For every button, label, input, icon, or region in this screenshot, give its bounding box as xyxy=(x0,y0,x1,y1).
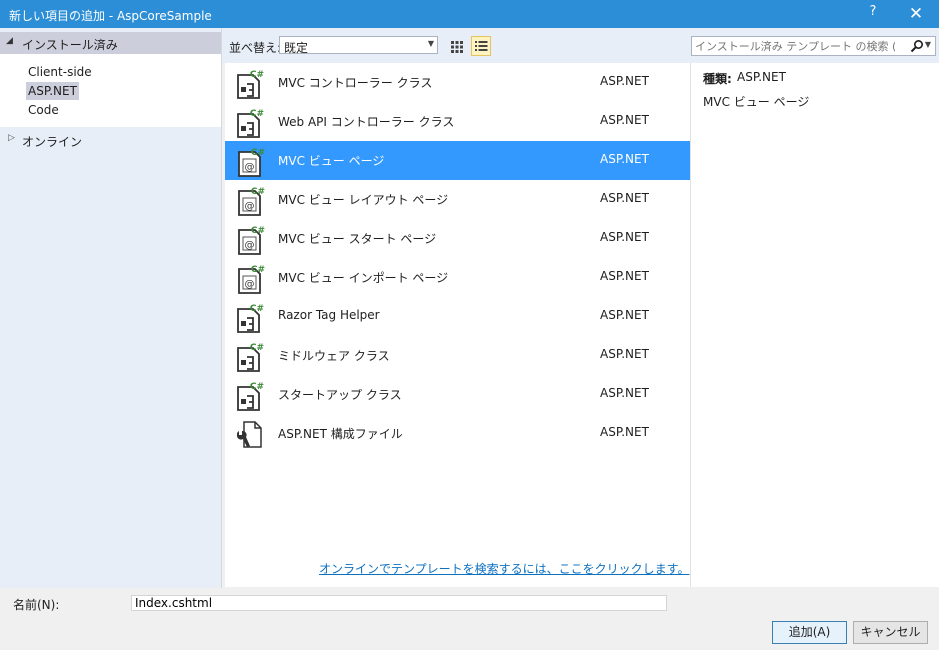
type-label: 種類: xyxy=(703,72,732,86)
template-language: ASP.NET xyxy=(600,152,649,166)
razor-page-icon: @ C# xyxy=(233,263,265,295)
sort-dropdown[interactable]: 既定 ▼ xyxy=(279,36,438,55)
template-language: ASP.NET xyxy=(600,230,649,244)
tree-item-aspnet[interactable]: ASP.NET xyxy=(26,82,79,100)
template-name: Web API コントローラー クラス xyxy=(278,115,455,129)
category-tree: ◢ インストール済み Client-side ASP.NET Code ▷ オン… xyxy=(0,28,222,588)
template-list: C# MVC コントローラー クラス ASP.NET C# Web API コン… xyxy=(225,63,690,587)
template-name: スタートアップ クラス xyxy=(278,388,402,402)
template-row[interactable]: C# Razor Tag Helper ASP.NET xyxy=(225,297,690,336)
svg-text:@: @ xyxy=(245,279,255,290)
add-button[interactable]: 追加(A) xyxy=(772,621,847,644)
cs-class-icon: C# xyxy=(233,68,265,100)
search-icon[interactable] xyxy=(910,39,924,53)
template-name: MVC ビュー インポート ページ xyxy=(278,271,449,285)
template-row[interactable]: @ C# MVC ビュー スタート ページ ASP.NET xyxy=(225,219,690,258)
template-row[interactable]: C# MVC コントローラー クラス ASP.NET xyxy=(225,63,690,102)
search-online-link[interactable]: オンラインでテンプレートを検索するには、ここをクリックします。 xyxy=(319,560,689,577)
template-description: MVC ビュー ページ xyxy=(703,95,810,109)
template-language: ASP.NET xyxy=(600,269,649,283)
template-row[interactable]: C# Web API コントローラー クラス ASP.NET xyxy=(225,102,690,141)
svg-text:@: @ xyxy=(245,201,255,212)
cs-class-icon: C# xyxy=(233,341,265,373)
window-title: 新しい項目の追加 - AspCoreSample xyxy=(9,9,212,23)
template-row[interactable]: ASP.NET 構成ファイル ASP.NET xyxy=(225,414,690,453)
expanded-arrow-icon[interactable]: ◢ xyxy=(6,36,13,46)
template-language: ASP.NET xyxy=(600,113,649,127)
svg-text:@: @ xyxy=(245,240,255,251)
help-button[interactable]: ? xyxy=(864,4,882,24)
svg-text:C#: C# xyxy=(250,382,264,392)
filename-input[interactable] xyxy=(131,595,667,611)
svg-text:C#: C# xyxy=(250,70,264,80)
sort-label: 並べ替え: xyxy=(229,41,282,55)
close-button[interactable]: ✕ xyxy=(904,3,928,25)
tree-node-installed[interactable]: ◢ インストール済み xyxy=(0,32,221,54)
template-language: ASP.NET xyxy=(600,386,649,400)
template-row[interactable]: C# スタートアップ クラス ASP.NET xyxy=(225,375,690,414)
template-name: MVC コントローラー クラス xyxy=(278,76,433,90)
chevron-down-icon: ▼ xyxy=(427,39,434,48)
template-name: ASP.NET 構成ファイル xyxy=(278,427,403,441)
config-file-icon xyxy=(233,419,265,451)
template-search[interactable]: ▼ xyxy=(691,36,936,56)
svg-text:C#: C# xyxy=(251,265,265,275)
installed-children: Client-side ASP.NET Code xyxy=(0,54,221,127)
template-language: ASP.NET xyxy=(600,191,649,205)
grid-view-icon xyxy=(451,41,463,53)
cs-class-icon: C# xyxy=(233,302,265,334)
template-language: ASP.NET xyxy=(600,425,649,439)
tree-item-client-side[interactable]: Client-side xyxy=(26,63,94,81)
list-view-icon xyxy=(475,41,488,51)
template-name: ミドルウェア クラス xyxy=(278,349,390,363)
list-view-button[interactable] xyxy=(471,36,491,56)
svg-text:C#: C# xyxy=(250,304,264,314)
cancel-button[interactable]: キャンセル xyxy=(853,621,928,644)
template-language: ASP.NET xyxy=(600,74,649,88)
template-row[interactable]: C# ミドルウェア クラス ASP.NET xyxy=(225,336,690,375)
search-options-chevron-icon[interactable]: ▼ xyxy=(925,40,931,49)
tree-item-code[interactable]: Code xyxy=(26,101,61,119)
template-name: MVC ビュー レイアウト ページ xyxy=(278,193,449,207)
svg-text:C#: C# xyxy=(251,187,265,197)
template-row[interactable]: @ C# MVC ビュー インポート ページ ASP.NET xyxy=(225,258,690,297)
cs-class-icon: C# xyxy=(233,107,265,139)
svg-text:C#: C# xyxy=(251,226,265,236)
svg-text:C#: C# xyxy=(251,148,265,158)
sort-value: 既定 xyxy=(284,41,309,55)
template-name: Razor Tag Helper xyxy=(278,308,380,322)
grid-view-button[interactable] xyxy=(447,36,467,56)
template-language: ASP.NET xyxy=(600,308,649,322)
type-value: ASP.NET xyxy=(737,70,786,84)
collapsed-arrow-icon[interactable]: ▷ xyxy=(8,133,15,143)
svg-text:@: @ xyxy=(245,162,255,173)
svg-text:C#: C# xyxy=(250,109,264,119)
razor-page-icon: @ C# xyxy=(233,146,265,178)
search-input[interactable] xyxy=(695,38,895,54)
template-row[interactable]: @ C# MVC ビュー レイアウト ページ ASP.NET xyxy=(225,180,690,219)
razor-page-icon: @ C# xyxy=(233,224,265,256)
razor-page-icon: @ C# xyxy=(233,185,265,217)
template-language: ASP.NET xyxy=(600,347,649,361)
toolbar: 並べ替え: 既定 ▼ ▼ xyxy=(222,28,939,63)
template-row[interactable]: @ C# MVC ビュー ページ ASP.NET xyxy=(225,141,690,180)
template-details: 種類: ASP.NET MVC ビュー ページ xyxy=(690,63,939,587)
name-label: 名前(N): xyxy=(13,598,60,612)
tree-node-installed-label: インストール済み xyxy=(22,38,118,52)
template-name: MVC ビュー スタート ページ xyxy=(278,232,437,246)
svg-text:C#: C# xyxy=(250,343,264,353)
cs-class-icon: C# xyxy=(233,380,265,412)
tree-node-online[interactable]: ▷ オンライン xyxy=(0,130,221,152)
template-name: MVC ビュー ページ xyxy=(278,154,385,168)
tree-node-online-label: オンライン xyxy=(22,135,83,149)
title-bar: 新しい項目の追加 - AspCoreSample ? ✕ xyxy=(0,0,939,28)
